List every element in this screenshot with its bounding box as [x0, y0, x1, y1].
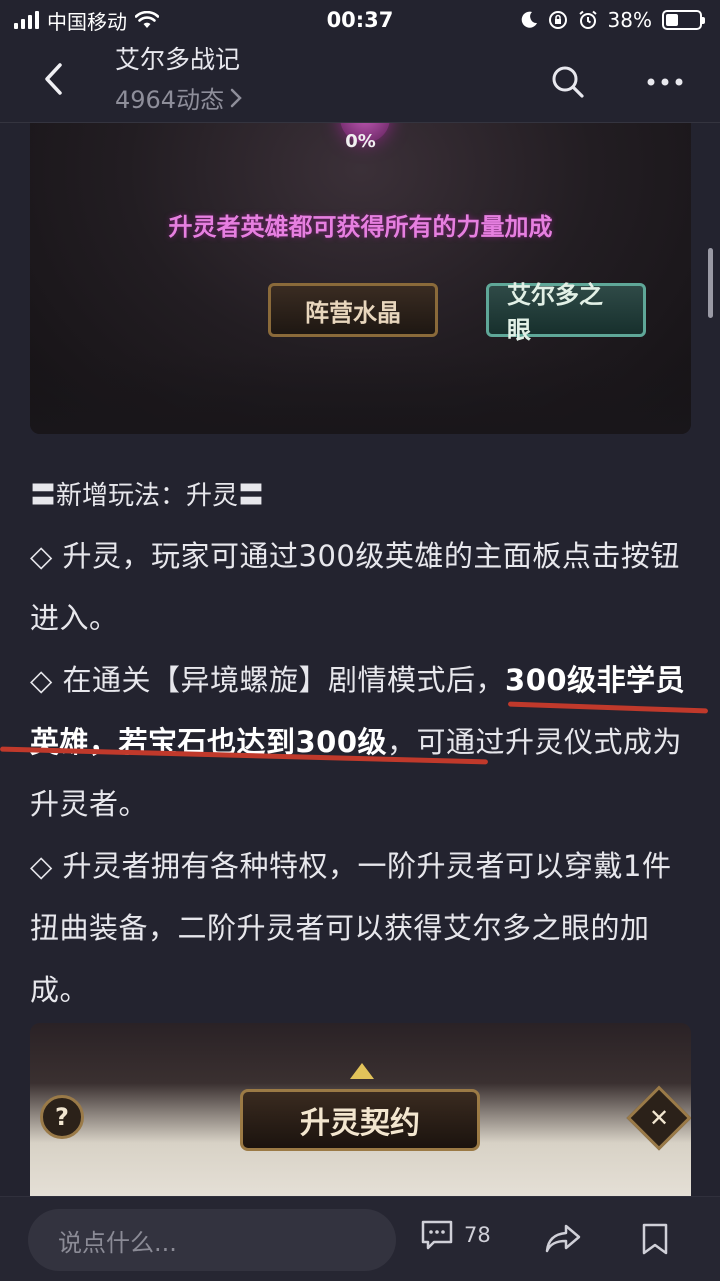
paragraph-1: ◇ 升灵，玩家可通过300级英雄的主面板点击按钮进入。 — [30, 539, 680, 635]
close-icon: ✕ — [626, 1085, 691, 1151]
feed-count-link[interactable]: 4964动态 — [115, 80, 242, 115]
comment-icon — [421, 1220, 453, 1250]
more-button[interactable] — [640, 60, 690, 104]
battery-percent: 38% — [607, 8, 652, 32]
back-button[interactable] — [30, 56, 76, 102]
comments-button[interactable]: 78 — [420, 1219, 491, 1251]
comment-count: 78 — [464, 1223, 491, 1247]
bottom-bar: 说点什么... 78 — [0, 1196, 720, 1281]
status-bar: 中国移动 00:37 38% — [0, 0, 720, 40]
battery-icon — [662, 10, 705, 30]
carrier-label: 中国移动 — [47, 9, 127, 34]
more-icon — [647, 78, 683, 86]
wifi-icon — [135, 11, 159, 28]
search-button[interactable] — [546, 60, 590, 104]
chevron-left-icon — [45, 63, 62, 95]
feed-count-label: 4964动态 — [115, 86, 225, 114]
bookmark-button[interactable] — [637, 1219, 673, 1259]
alarm-icon — [578, 10, 597, 29]
camp-crystal-button: 阵营水晶 — [268, 283, 438, 337]
triangle-ornament-icon — [350, 1063, 374, 1079]
paragraph-2-intro: ◇ 在通关【异境螺旋】剧情模式后， — [30, 663, 506, 697]
image-title: 升灵契约 — [300, 1106, 420, 1141]
eldo-eye-button: 艾尔多之眼 — [486, 281, 646, 344]
section-heading: 〓新增玩法：升灵〓 — [30, 481, 265, 511]
post-content[interactable]: 0% 升灵者英雄都可获得所有的力量加成 阵营水晶 艾尔多之眼 〓新增玩法：升灵〓… — [0, 123, 720, 1196]
help-icon: ? — [40, 1095, 84, 1139]
orientation-lock-icon — [548, 11, 567, 29]
moon-icon — [521, 11, 537, 28]
chevron-right-icon — [230, 88, 242, 107]
scroll-indicator[interactable] — [708, 248, 713, 318]
paragraph-3: ◇ 升灵者拥有各种特权，一阶升灵者可以穿戴1件扭曲装备，二阶升灵者可以获得艾尔多… — [30, 849, 672, 1007]
comment-input[interactable]: 说点什么... — [28, 1209, 396, 1271]
search-icon — [552, 66, 584, 98]
share-icon — [545, 1224, 581, 1253]
share-button[interactable] — [543, 1219, 583, 1259]
nav-bar: 艾尔多战记 4964动态 — [0, 40, 720, 122]
post-image-1[interactable]: 0% 升灵者英雄都可获得所有的力量加成 阵营水晶 艾尔多之眼 — [30, 123, 691, 434]
progress-percent: 0% — [345, 131, 376, 152]
image-caption: 升灵者英雄都可获得所有的力量加成 — [168, 213, 553, 241]
page-title: 艾尔多战记 — [115, 45, 241, 74]
cellular-signal-icon — [14, 11, 39, 29]
post-image-2[interactable]: ? 升灵契约 ✕ — [30, 1023, 691, 1196]
close-glyph: ✕ — [648, 1104, 670, 1132]
bookmark-icon — [642, 1223, 668, 1255]
paragraph-2: ◇ 在通关【异境螺旋】剧情模式后，300级非学员英雄，若宝石也达到300级，可通… — [30, 649, 692, 835]
